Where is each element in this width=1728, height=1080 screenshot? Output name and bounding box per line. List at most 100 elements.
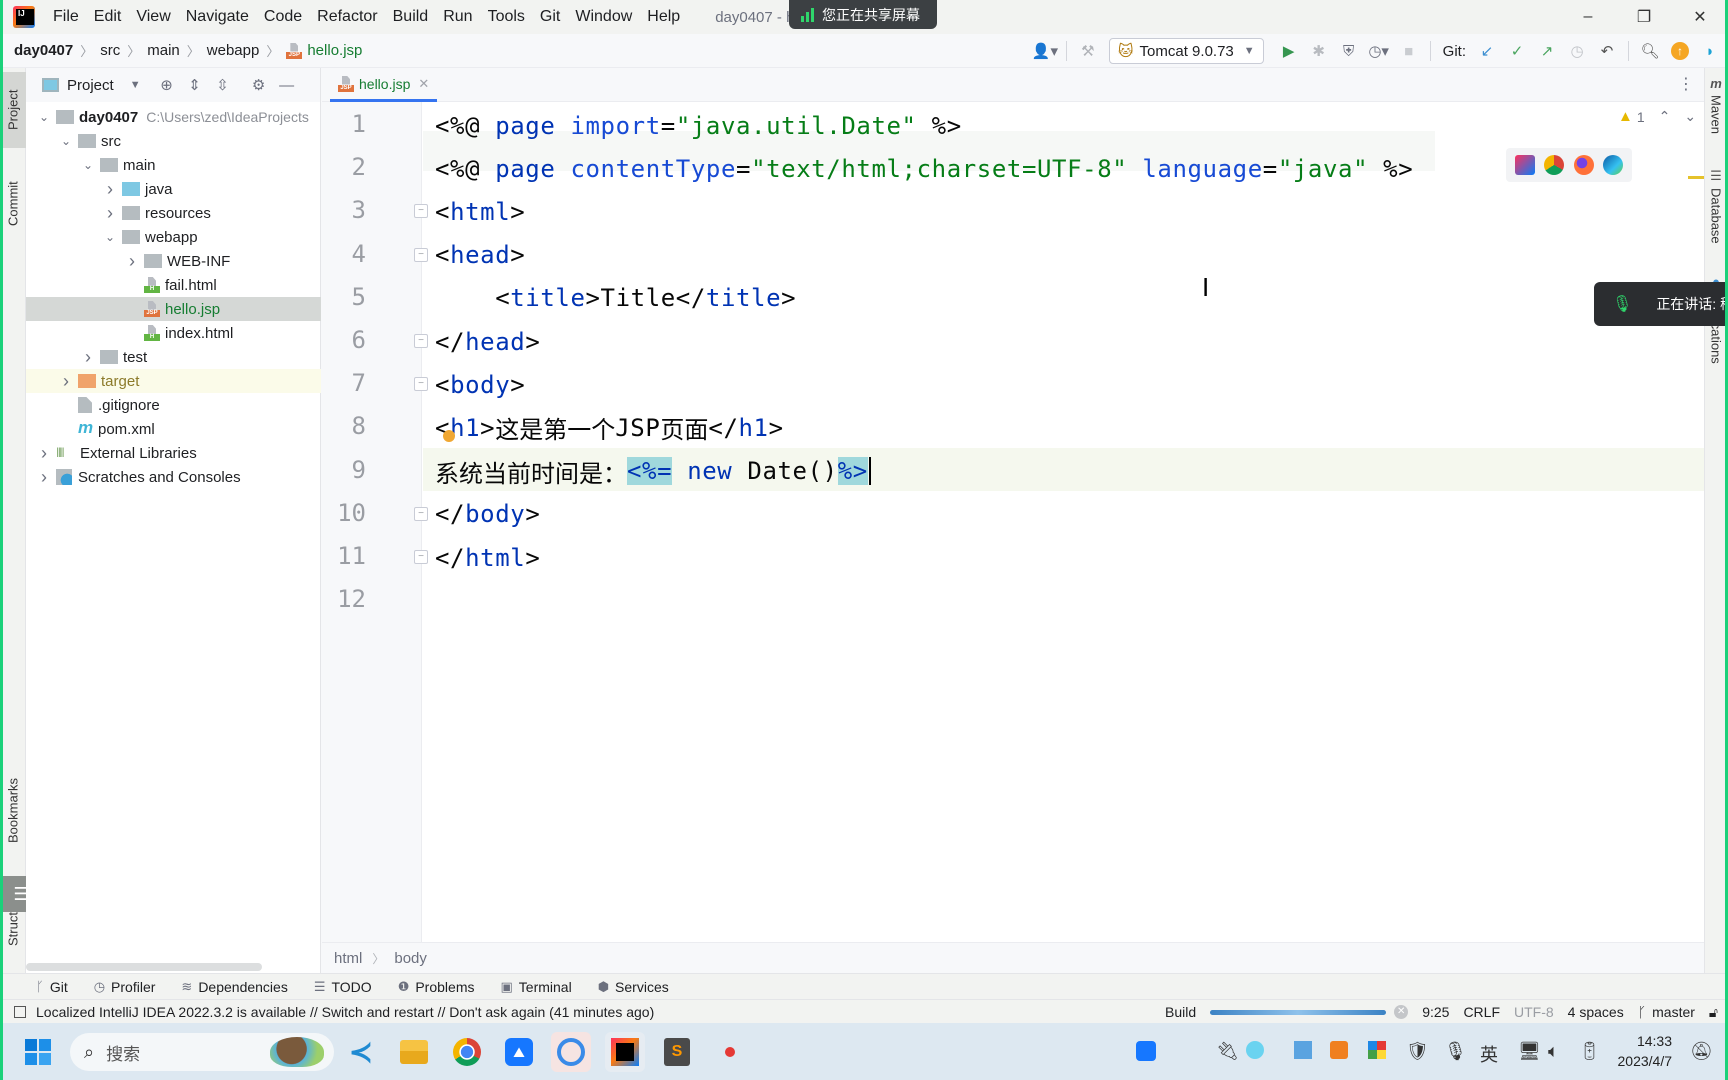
breadcrumb-webapp[interactable]: webapp [207,42,260,59]
breadcrumb-main[interactable]: main [147,42,180,59]
tray-office-app-icon[interactable] [1330,1041,1348,1064]
taskbar-app-recorder[interactable] [710,1032,750,1072]
warning-stripe-marker[interactable] [1688,176,1704,179]
git-rollback-button[interactable]: ↶ [1593,37,1621,65]
line-separator[interactable]: CRLF [1463,1004,1500,1020]
tray-photo-app-icon[interactable] [1294,1041,1312,1064]
breadcrumb-file[interactable]: hello.jsp [307,42,362,59]
fold-toggle-icon[interactable]: − [414,550,428,564]
taskbar-app-intellij[interactable] [605,1032,645,1072]
code-editor[interactable]: 1 2 3−4−5 6−7−8 9 10−11−12 <%@ page import = "j… [322,102,1704,942]
cancel-build-icon[interactable]: ✕ [1394,1005,1409,1019]
taskbar-app-meeting[interactable]: ⛰ [499,1032,539,1072]
run-button[interactable]: ▶ [1275,37,1303,65]
tree-item[interactable]: › WEB-INF [26,249,321,273]
code-line[interactable]: <%@ page import = "java.util.Date" %> [435,104,962,147]
fold-toggle-icon[interactable]: − [414,247,428,262]
ime-indicator[interactable]: 英 [1480,1041,1498,1067]
tree-item[interactable]: › test [26,345,321,369]
usb-icon[interactable]: 🔌︎ [1216,1041,1239,1062]
chevron-down-icon[interactable]: ⌄ [58,134,74,148]
code-with-me-button[interactable]: ◗ [1696,37,1724,65]
tool-window-profiler[interactable]: ◷ Profiler [94,979,156,995]
menu-window[interactable]: Window [575,8,632,26]
minimize-button[interactable]: – [1560,0,1616,34]
code-line[interactable]: </body > [435,493,540,536]
crumb-html[interactable]: html [334,950,362,967]
tree-item[interactable]: ⌄ webapp [26,225,321,249]
chevron-down-icon[interactable]: ⌄ [80,158,96,172]
tool-window-todo[interactable]: ☰ TODO [314,979,372,995]
tree-item[interactable]: › target [26,369,321,393]
collapse-all-icon[interactable]: ⇳ [209,76,237,94]
tool-window-terminal[interactable]: ▣ Terminal [500,979,571,995]
taskbar-app-chrome[interactable] [447,1032,487,1072]
next-highlight-icon[interactable]: ⌄ [1684,108,1696,125]
code-line[interactable]: </head > [435,320,540,363]
edge-icon[interactable] [1603,155,1624,175]
code-line[interactable]: 系统当前时间是： <%= new Date() %> [435,450,871,493]
tree-item[interactable]: ⌄ main [26,153,321,177]
tree-item[interactable]: index.html [26,321,321,345]
tool-window-dependencies[interactable]: ≋ Dependencies [181,979,287,995]
status-message[interactable]: Localized IntelliJ IDEA 2022.3.2 is avai… [8,1004,654,1020]
chevron-right-icon[interactable]: › [124,251,140,272]
close-tab-icon[interactable]: ✕ [418,76,429,92]
git-branch-widget[interactable]: ᚴ master [1638,1004,1695,1020]
coverage-button[interactable]: ⛨ [1335,37,1363,65]
battery-icon[interactable]: 🔋︎ [1578,1041,1601,1062]
tree-item[interactable]: .gitignore [26,393,321,417]
tree-item[interactable]: ⌄ src [26,129,321,153]
tool-tab-project[interactable]: Project [0,72,26,148]
code-line[interactable]: < h1 > 这是第一个 JSP 页面 </h1 > [435,406,784,449]
menu-help[interactable]: Help [647,8,680,26]
previous-highlight-icon[interactable]: ⌃ [1659,108,1671,125]
fold-toggle-icon[interactable]: − [414,377,428,392]
menu-code[interactable]: Code [264,8,302,26]
code-line[interactable]: < html > [435,190,525,233]
tool-window-services[interactable]: ⬢ Services [598,979,669,995]
firefox-icon[interactable] [1573,155,1594,175]
taskbar-search[interactable]: ⌕ 搜索 [70,1033,334,1071]
tool-window-git[interactable]: ᚴ Git [36,979,68,995]
focus-assist-icon[interactable]: 🔕︎ [1690,1041,1713,1062]
security-shield-icon[interactable]: 🛡︎ [1406,1041,1429,1062]
chevron-right-icon[interactable]: › [102,203,118,224]
system-clock[interactable]: 14:33 2023/4/7 [1618,1031,1673,1071]
taskbar-app-file-explorer[interactable] [394,1032,434,1072]
code-line[interactable]: < title >Title</title > [435,277,796,320]
run-configuration-select[interactable]: 🐱 Tomcat 9.0.73 ▼ [1108,38,1264,64]
screen-share-indicator[interactable]: 您正在共享屏幕 [789,0,937,29]
crumb-body[interactable]: body [394,950,427,967]
search-everywhere-button[interactable]: 🔍︎ [1636,37,1664,65]
hide-panel-icon[interactable]: — [273,77,301,94]
restore-button[interactable]: ❐ [1616,0,1672,34]
microphone-icon[interactable]: 🎙︎ [1444,1041,1467,1062]
editor-tab-hello-jsp[interactable]: hello.jsp ✕ [330,68,438,102]
volume-icon[interactable]: 🔈︎ [1548,1041,1559,1062]
breadcrumb-project[interactable]: day0407 [14,42,73,59]
menu-run[interactable]: Run [443,8,472,26]
git-push-button[interactable]: ↗ [1533,37,1561,65]
menu-git[interactable]: Git [540,8,560,26]
menu-tools[interactable]: Tools [488,8,525,26]
menu-view[interactable]: View [136,8,170,26]
more-options-icon[interactable]: ⋮ [1678,74,1694,94]
breadcrumb-src[interactable]: src [100,42,120,59]
chrome-icon[interactable] [1544,155,1565,175]
debug-button[interactable]: ✱ [1305,37,1333,65]
expand-all-icon[interactable]: ⇕ [181,76,209,94]
git-commit-button[interactable]: ✓ [1503,37,1531,65]
tree-item[interactable]: ⌄ day0407 C:\Users\zed\IdeaProjects [26,105,321,129]
chevron-right-icon[interactable]: › [36,443,52,464]
menu-refactor[interactable]: Refactor [317,8,377,26]
fold-toggle-icon[interactable]: − [414,506,428,521]
tool-tab-bookmarks[interactable]: Bookmarks [0,760,26,860]
tree-item[interactable]: › Scratches and Consoles [26,465,321,489]
menu-build[interactable]: Build [393,8,429,26]
stop-button[interactable]: ■ [1395,37,1423,65]
menu-file[interactable]: File [53,8,79,26]
tool-window-problems[interactable]: ❶ Problems [398,979,475,995]
tray-color-app-icon[interactable] [1368,1041,1386,1064]
taskbar-app-sublime[interactable]: S [657,1032,697,1072]
